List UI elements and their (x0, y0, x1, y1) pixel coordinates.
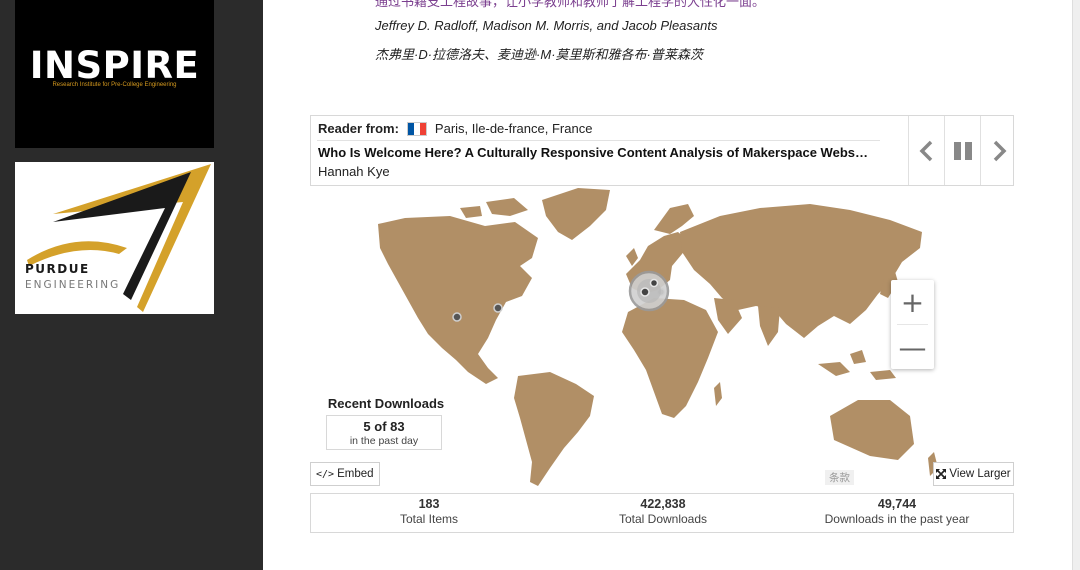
expand-icon (936, 469, 947, 479)
map-attribution[interactable]: 条款 (825, 470, 854, 485)
zoom-controls: + — (891, 280, 934, 369)
inspire-logo[interactable]: INSPIRE Research Institute for Pre-Colle… (15, 0, 214, 148)
embed-button[interactable]: </> Embed (310, 462, 380, 486)
next-button[interactable] (980, 116, 1016, 185)
chevron-right-icon (993, 140, 1006, 161)
pause-icon (953, 141, 972, 160)
stat-label: Downloads in the past year (824, 512, 970, 526)
recent-downloads-box: 5 of 83 in the past day (326, 415, 442, 450)
reader-panel: Reader from: Paris, Ile-de-france, Franc… (310, 115, 1014, 186)
reader-location-line: Reader from: Paris, Ile-de-france, Franc… (318, 121, 592, 136)
article-authors-chinese: 杰弗里·D·拉德洛夫、麦迪逊·M·莫里斯和雅各布·普莱森茨 (375, 47, 703, 62)
stat-label: Total Items (399, 512, 459, 526)
reader-divider (317, 140, 880, 141)
france-flag-icon (406, 121, 427, 136)
reader-paper-author: Hannah Kye (318, 164, 390, 179)
stat-label: Total Downloads (618, 512, 708, 526)
download-marker[interactable] (452, 312, 462, 322)
reader-label: Reader from: (318, 121, 399, 136)
previous-button[interactable] (908, 116, 944, 185)
stat-value: 49,744 (877, 497, 917, 511)
chevron-left-icon (919, 140, 932, 161)
sidebar: INSPIRE Research Institute for Pre-Colle… (0, 0, 263, 570)
purdue-subtitle: ENGINEERING (25, 279, 121, 291)
article-authors-english: Jeffrey D. Radloff, Madison M. Morris, a… (375, 18, 718, 33)
zoom-in-button[interactable]: + (891, 280, 934, 324)
pause-button[interactable] (944, 116, 980, 185)
stat-value: 422,838 (640, 497, 686, 511)
view-larger-button[interactable]: View Larger (933, 462, 1014, 486)
reader-paper-title[interactable]: Who Is Welcome Here? A Culturally Respon… (318, 145, 883, 160)
scrollbar[interactable] (1072, 0, 1080, 570)
zoom-out-button[interactable]: — (891, 325, 934, 369)
inspire-wordmark: INSPIRE (29, 44, 200, 87)
readership-widget: Reader from: Paris, Ile-de-france, Franc… (310, 115, 1014, 533)
recent-downloads-period: in the past day (349, 435, 419, 447)
stat-total-downloads: 422,838 Total Downloads (546, 497, 780, 526)
stat-value: 183 (418, 497, 440, 511)
purdue-motion-mark-icon (27, 164, 211, 312)
view-larger-label: View Larger (949, 468, 1011, 480)
recent-downloads-count: 5 of 83 (363, 419, 405, 434)
code-icon: </> (316, 468, 335, 480)
recent-downloads-title: Recent Downloads (327, 396, 445, 411)
clipped-article-text[interactable]: 通过书籍支工程故事，让小学教师和教师了解工程学的大性化一面。 (375, 0, 765, 10)
download-stats: 183 Total Items 422,838 Total Downloads … (310, 493, 1014, 533)
recent-downloads-panel: Recent Downloads 5 of 83 in the past day (326, 396, 446, 450)
reader-location: Paris, Ile-de-france, France (434, 121, 593, 136)
inspire-subtitle: Research Institute for Pre-College Engin… (52, 82, 177, 88)
active-location-marker[interactable] (628, 270, 670, 312)
embed-label: Embed (337, 468, 374, 480)
world-map[interactable]: + — Recent Downloads 5 of 83 in the past… (310, 186, 1014, 533)
purdue-wordmark: PURDUE (25, 262, 90, 276)
purdue-logo[interactable]: PURDUE ENGINEERING (15, 162, 214, 314)
stat-total-items: 183 Total Items (312, 497, 546, 526)
stat-downloads-past-year: 49,744 Downloads in the past year (780, 497, 1014, 526)
download-marker[interactable] (493, 303, 503, 313)
